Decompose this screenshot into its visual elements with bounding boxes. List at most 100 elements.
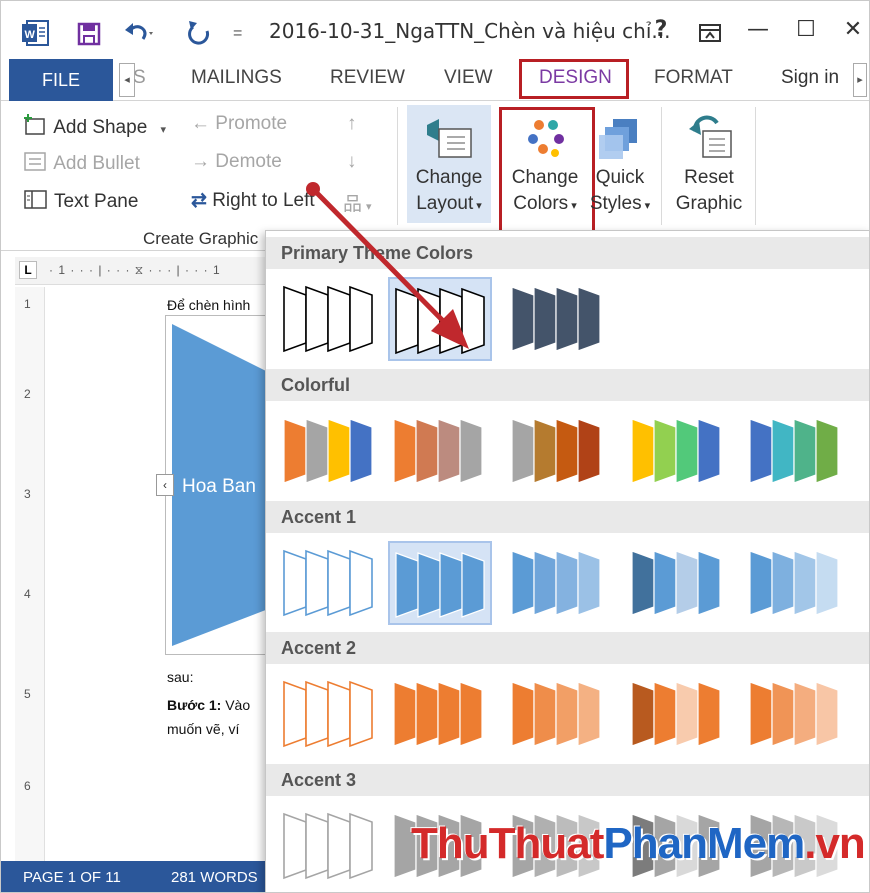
customize-toolbar-icon[interactable]: = — [233, 25, 253, 45]
doc-line: muốn vẽ, ví — [167, 721, 240, 737]
swatch-shape — [283, 285, 307, 353]
doc-line: Để chèn hình — [167, 297, 251, 313]
swatch-preview — [283, 549, 373, 617]
swatch-shape — [631, 418, 655, 484]
org-chart-layout-icon[interactable]: 品 ▾ — [343, 189, 372, 216]
reset-graphic-button[interactable]: Reset Graphic — [669, 105, 749, 223]
quick-styles-button[interactable]: Quick Styles ▾ — [587, 105, 653, 223]
tab-mailings[interactable]: MAILINGS — [191, 67, 282, 89]
tab-format[interactable]: FORMAT — [654, 67, 733, 89]
maximize-button[interactable]: ☐ — [793, 17, 819, 49]
color-swatch[interactable] — [388, 541, 492, 625]
watermark-part: .vn — [804, 819, 866, 868]
swatch-shape — [461, 287, 485, 355]
right-to-left-button[interactable]: ⇄ Right to Left — [191, 189, 315, 212]
step-text: Vào — [221, 697, 251, 713]
tab-stop-icon[interactable]: L — [19, 261, 37, 279]
page-count[interactable]: PAGE 1 OF 11 — [23, 869, 121, 886]
move-down-icon[interactable]: ↓ — [347, 151, 357, 173]
swatch-preview — [749, 681, 839, 747]
move-up-icon[interactable]: ↑ — [347, 113, 357, 135]
swatch-shape — [511, 418, 535, 484]
sign-in-link[interactable]: Sign in — [781, 67, 839, 89]
vertical-ruler[interactable]: 1 2 3 4 5 6 — [15, 287, 45, 861]
add-bullet-button[interactable]: Add Bullet — [23, 151, 140, 175]
create-graphic-group-label: Create Graphic — [143, 229, 259, 248]
color-swatch[interactable] — [278, 804, 382, 888]
color-swatch[interactable] — [388, 277, 492, 361]
color-swatch[interactable] — [626, 672, 730, 756]
color-swatch[interactable] — [388, 409, 492, 493]
word-count[interactable]: 281 WORDS — [171, 869, 258, 886]
color-swatch[interactable] — [506, 672, 610, 756]
document-page[interactable]: Để chèn hình ‹ Hoa Ban sau: Bước 1: Vào … — [55, 287, 276, 861]
text-pane-button[interactable]: Text Pane — [23, 189, 138, 213]
quick-styles-icon — [599, 119, 637, 159]
chevron-down-icon: ▾ — [160, 124, 167, 136]
ruler-mark: 6 — [24, 779, 31, 793]
tab-review[interactable]: REVIEW — [330, 67, 405, 89]
change-layout-button[interactable]: Change Layout ▾ — [407, 105, 491, 223]
color-swatch[interactable] — [744, 672, 848, 756]
swatch-preview — [283, 285, 373, 353]
title-bar: W = 2016-10-31_NgaTTN_Chèn và hiệu chỉ..… — [1, 1, 869, 59]
demote-button[interactable]: → Demote — [191, 151, 282, 173]
swatch-shape — [577, 681, 601, 747]
swatch-shape — [283, 549, 307, 617]
layouts-icon — [427, 119, 472, 158]
change-colors-highlight — [499, 107, 595, 233]
ruler-mark: 3 — [24, 487, 31, 501]
ribbon-display-options-icon[interactable] — [695, 17, 725, 49]
swatch-shape — [349, 549, 373, 617]
swatch-shape — [533, 286, 557, 352]
save-icon[interactable] — [77, 22, 101, 46]
quick-styles-line1: Quick — [595, 167, 645, 188]
chevron-down-icon: ▾ — [644, 200, 651, 212]
color-swatch[interactable] — [278, 672, 382, 756]
tab-file[interactable]: FILE — [9, 59, 113, 101]
add-shape-icon — [24, 114, 45, 135]
swatch-shape — [283, 812, 307, 880]
repeat-icon[interactable] — [185, 19, 213, 47]
color-swatch[interactable] — [506, 541, 610, 625]
promote-button[interactable]: ← Promote — [191, 113, 287, 135]
swatch-shape — [653, 418, 677, 484]
color-swatch[interactable] — [626, 541, 730, 625]
color-swatch[interactable] — [744, 541, 848, 625]
text-pane-icon — [24, 190, 47, 209]
word-logo-icon[interactable]: W — [21, 20, 49, 46]
color-swatch[interactable] — [744, 409, 848, 493]
swatch-shape — [815, 418, 839, 484]
color-swatch[interactable] — [506, 409, 610, 493]
swatch-shape — [393, 681, 417, 747]
color-swatch[interactable] — [278, 277, 382, 361]
color-swatch[interactable] — [278, 541, 382, 625]
reset-graphic-line1: Reset — [684, 167, 734, 188]
close-button[interactable]: ✕ — [839, 17, 867, 49]
undo-icon[interactable] — [123, 19, 155, 47]
horizontal-ruler[interactable]: L · 1 · · · | · · · ⧖ · · · | · · · 1 — [15, 257, 269, 285]
add-shape-button[interactable]: Add Shape ▾ — [23, 113, 166, 139]
swatch-shape — [459, 418, 483, 484]
color-swatch[interactable] — [506, 277, 610, 361]
swatch-preview — [393, 681, 483, 747]
help-button[interactable]: ? — [649, 17, 673, 49]
swatch-preview — [395, 287, 485, 355]
minimize-button[interactable]: — — [745, 17, 771, 49]
swatch-shape — [437, 418, 461, 484]
swatch-preview — [511, 418, 601, 484]
swatch-shape — [511, 550, 535, 616]
smartart-frame[interactable]: ‹ Hoa Ban — [156, 315, 276, 655]
tab-view[interactable]: VIEW — [444, 67, 493, 89]
color-swatch[interactable] — [626, 409, 730, 493]
expand-text-pane-icon[interactable]: ‹ — [156, 474, 174, 496]
tabs-scroll-right-icon[interactable]: ▸ — [853, 63, 867, 97]
swatch-shape — [631, 681, 655, 747]
color-swatch[interactable] — [388, 672, 492, 756]
swatch-shape — [393, 418, 417, 484]
color-swatch[interactable] — [278, 409, 382, 493]
tab-partial[interactable]: S — [133, 67, 146, 89]
swatch-shape — [555, 681, 579, 747]
swatch-shape — [577, 418, 601, 484]
swatch-shape — [415, 681, 439, 747]
